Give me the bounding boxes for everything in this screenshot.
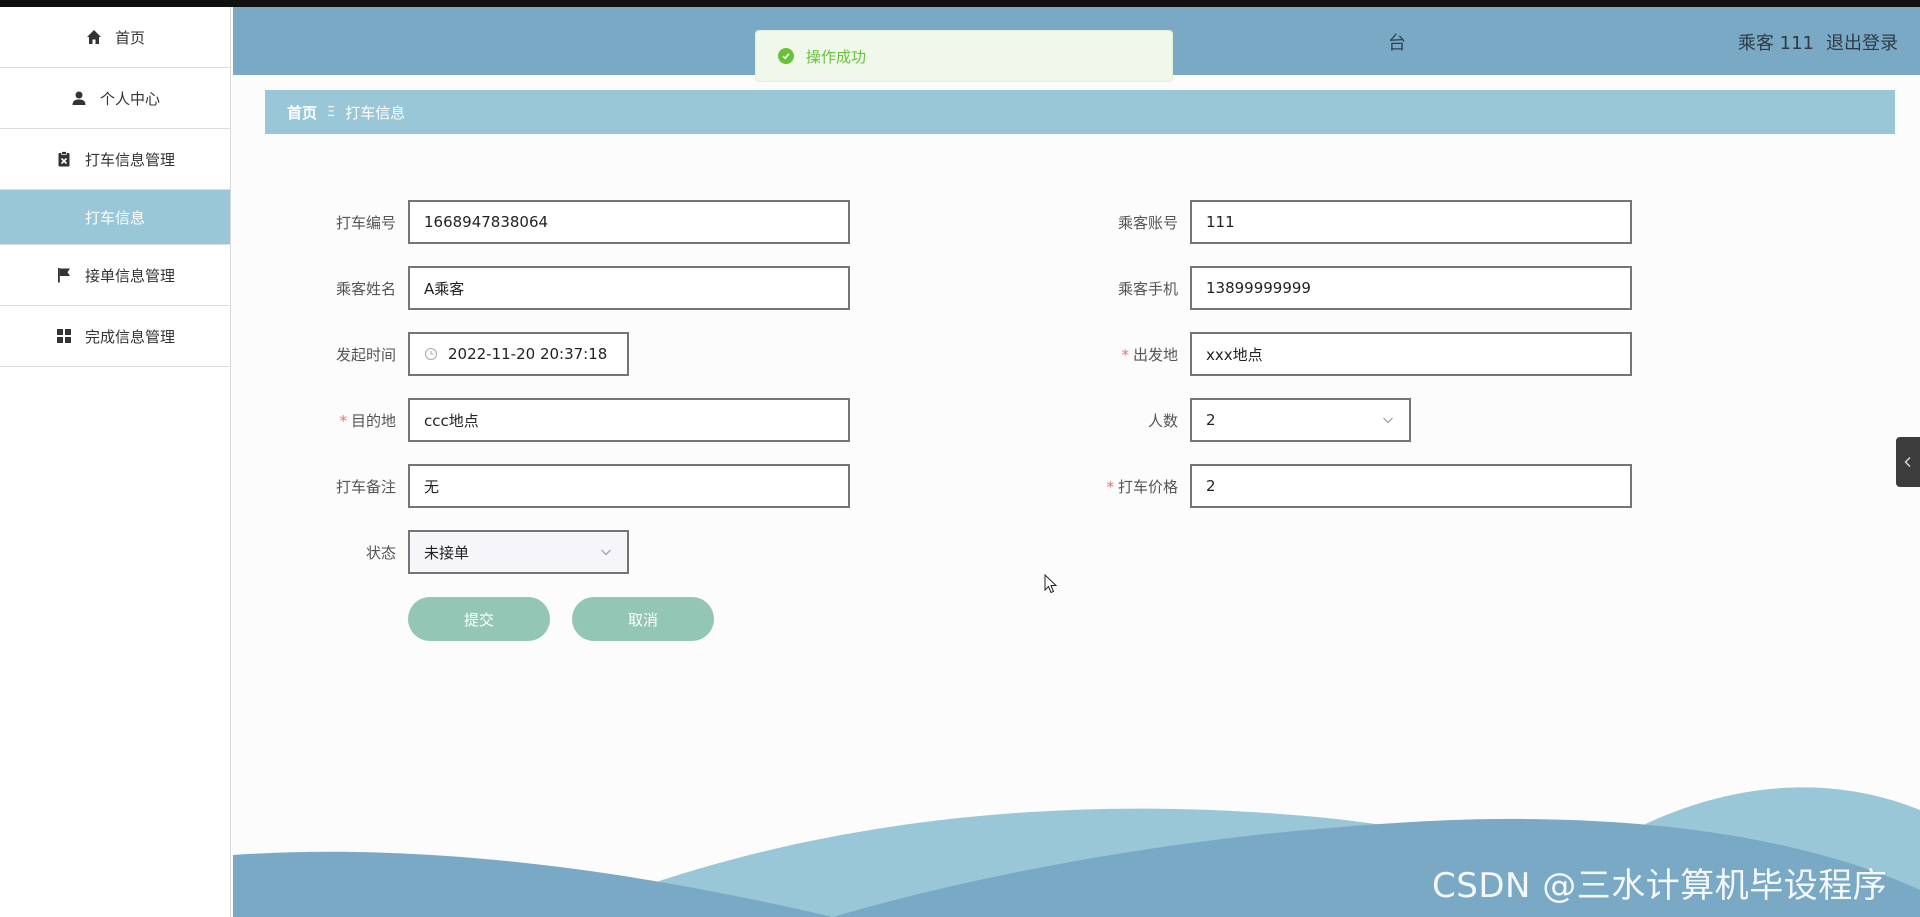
people-value: 2 [1206,411,1216,429]
account-input[interactable]: 111 [1190,200,1632,244]
field-price: * 打车价格 2 [1040,464,1632,508]
field-origin: * 出发地 xxx地点 [1040,332,1632,376]
sidebar-item-label: 完成信息管理 [84,327,175,346]
breadcrumb-home[interactable]: 首页 [287,102,317,123]
cancel-button[interactable]: 取消 [572,597,714,641]
start-time-value: 2022-11-20 20:37:18 [448,345,608,363]
user-icon [70,89,88,107]
order-no-input[interactable]: 1668947838064 [408,200,850,244]
start-time-picker[interactable]: 2022-11-20 20:37:18 [408,332,629,376]
sidebar-item-label: 首页 [114,28,145,47]
required-mark: * [1106,477,1114,496]
field-label: 打车备注 [335,477,396,496]
required-mark: * [1121,345,1129,364]
top-strip [0,0,1920,7]
chevron-left-icon [1903,453,1913,472]
field-label: * 目的地 [339,411,396,430]
field-label: * 打车价格 [1106,477,1178,496]
flag-icon [55,266,73,284]
chevron-down-icon [1381,413,1395,427]
field-remark: 打车备注 无 [258,464,850,508]
field-label: 状态 [365,543,396,562]
required-mark: * [339,411,347,430]
header-title: 台 [1388,33,1406,54]
field-people: 人数 2 [1040,398,1411,442]
field-label: 发起时间 [335,345,396,364]
sidebar-item-completed-management[interactable]: 完成信息管理 [0,306,230,367]
grid-icon [55,327,73,345]
destination-input[interactable]: ccc地点 [408,398,850,442]
field-account: 乘客账号 111 [1040,200,1632,244]
sidebar-item-home[interactable]: 首页 [0,7,230,68]
sidebar-item-label: 个人中心 [99,89,160,108]
sidebar-item-ride-management[interactable]: 打车信息管理 [0,129,230,190]
chevron-down-icon [599,545,613,559]
breadcrumb-current: 打车信息 [345,103,406,122]
sidebar-item-label: 打车信息 [84,208,145,227]
field-label: * 出发地 [1121,345,1178,364]
success-toast: 操作成功 [755,30,1173,82]
side-panel-toggle[interactable] [1896,437,1920,487]
field-destination: * 目的地 ccc地点 [258,398,850,442]
clipboard-icon [55,150,73,168]
people-select[interactable]: 2 [1190,398,1411,442]
breadcrumb-separator: Ξ [327,104,336,120]
field-passenger-name: 乘客姓名 A乘客 [258,266,850,310]
sidebar: 首页 个人中心 打车信息管理 打车信息 接单信息管理 完成信息管理 [0,7,231,917]
status-value: 未接单 [424,543,470,562]
user-area: 乘客 111 退出登录 [1738,29,1898,55]
field-label: 人数 [1147,411,1178,430]
clock-icon [424,347,438,361]
origin-input[interactable]: xxx地点 [1190,332,1632,376]
field-status: 状态 未接单 [258,530,629,574]
price-input[interactable]: 2 [1190,464,1632,508]
field-start-time: 发起时间 2022-11-20 20:37:18 [258,332,629,376]
status-select[interactable]: 未接单 [408,530,629,574]
submit-button[interactable]: 提交 [408,597,550,641]
field-order-no: 打车编号 1668947838064 [258,200,850,244]
logout-link[interactable]: 退出登录 [1826,29,1898,55]
field-label: 乘客账号 [1117,213,1178,232]
field-label: 打车编号 [335,213,396,232]
sidebar-item-order-management[interactable]: 接单信息管理 [0,245,230,306]
remark-input[interactable]: 无 [408,464,850,508]
sidebar-subitem-ride-info[interactable]: 打车信息 [0,190,230,245]
phone-input[interactable]: 13899999999 [1190,266,1632,310]
field-label: 乘客姓名 [335,279,396,298]
user-name: 乘客 111 [1737,33,1814,54]
sidebar-item-label: 打车信息管理 [84,150,175,169]
watermark: CSDN @三水计算机毕设程序 [1432,866,1888,906]
sidebar-item-profile[interactable]: 个人中心 [0,68,230,129]
breadcrumb: 首页 Ξ 打车信息 [265,90,1895,134]
check-circle-icon [778,48,794,64]
field-label: 乘客手机 [1117,279,1178,298]
sidebar-item-label: 接单信息管理 [84,266,175,285]
mouse-pointer-icon [1044,573,1058,598]
home-icon [85,28,103,46]
field-phone: 乘客手机 13899999999 [1040,266,1632,310]
toast-message: 操作成功 [806,47,867,66]
passenger-name-input[interactable]: A乘客 [408,266,850,310]
